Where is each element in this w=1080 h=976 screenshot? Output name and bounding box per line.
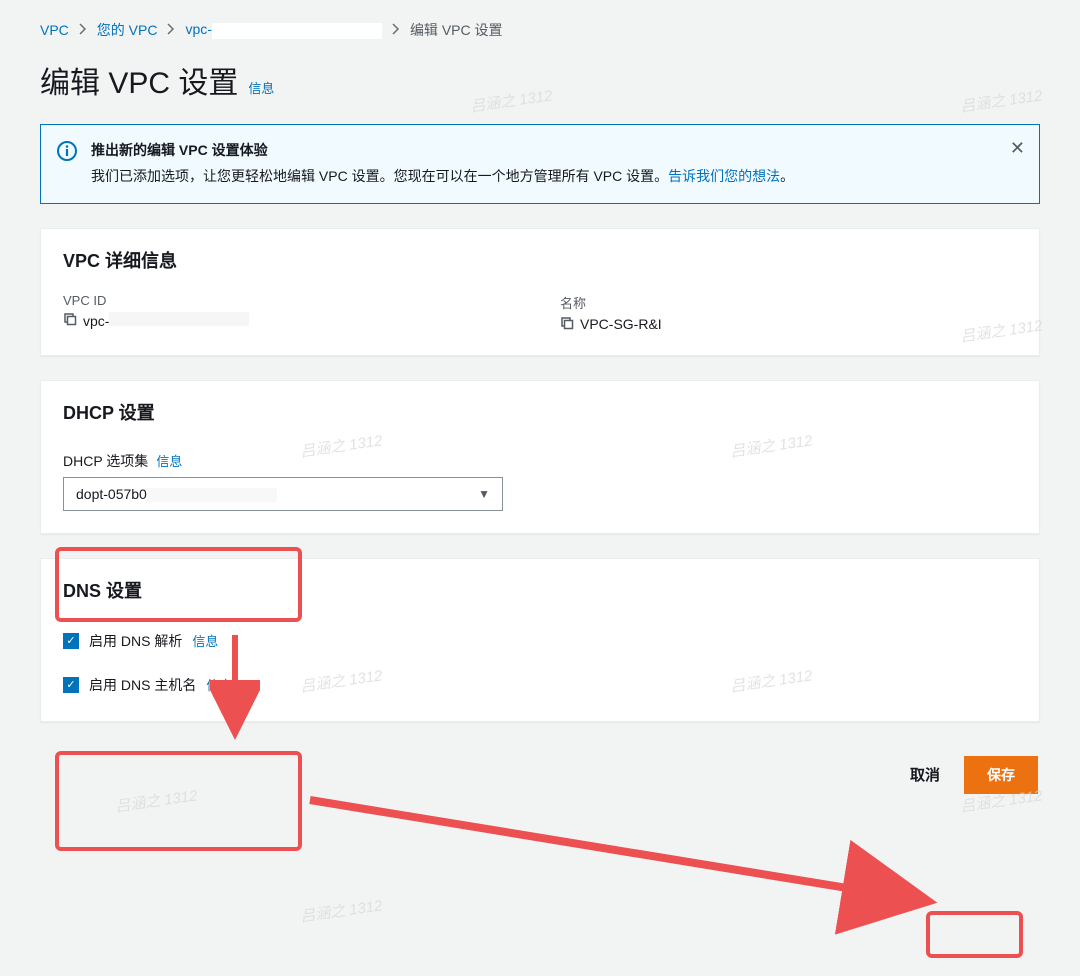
enable-dns-hostname-checkbox[interactable]: ✓ [63, 677, 79, 693]
dns-resolve-info-link[interactable]: 信息 [192, 631, 218, 650]
dhcp-info-link[interactable]: 信息 [156, 451, 182, 470]
dns-heading: DNS 设置 [41, 559, 1039, 615]
banner-body: 我们已添加选项，让您更轻松地编辑 VPC 设置。您现在可以在一个地方管理所有 V… [91, 165, 1023, 189]
enable-dns-resolve-checkbox[interactable]: ✓ [63, 633, 79, 649]
breadcrumb-current: 编辑 VPC 设置 [410, 20, 503, 40]
enable-dns-resolve-label: 启用 DNS 解析 [89, 631, 182, 651]
vpc-id-label: VPC ID [63, 293, 520, 308]
save-button[interactable]: 保存 [964, 756, 1038, 794]
info-icon [57, 139, 77, 189]
watermark: 吕涵之 1312 [299, 894, 384, 926]
page-title-info-link[interactable]: 信息 [248, 78, 274, 97]
breadcrumb-link-vpc-id[interactable]: vpc- [185, 21, 381, 38]
dhcp-optionset-select[interactable]: dopt-057b0 ▼ [63, 477, 503, 511]
vpc-id-value: vpc- [83, 312, 249, 329]
close-icon[interactable]: ✕ [1010, 139, 1025, 157]
chevron-right-icon [392, 22, 400, 38]
chevron-right-icon [167, 22, 175, 38]
dns-hostname-info-link[interactable]: 信息 [206, 675, 232, 694]
copy-icon[interactable] [560, 316, 574, 333]
breadcrumb: VPC 您的 VPC vpc- 编辑 VPC 设置 [40, 20, 1040, 40]
footer-actions: 取消 保存 [40, 746, 1040, 794]
chevron-right-icon [79, 22, 87, 38]
dhcp-selected-value: dopt-057b0 [76, 486, 277, 502]
breadcrumb-link-vpc[interactable]: VPC [40, 22, 69, 38]
page-title: 编辑 VPC 设置 [40, 58, 238, 102]
dhcp-panel: DHCP 设置 DHCP 选项集 信息 dopt-057b0 ▼ [40, 380, 1040, 534]
banner-title: 推出新的编辑 VPC 设置体验 [91, 139, 1023, 163]
dhcp-heading: DHCP 设置 [41, 381, 1039, 437]
annotation-highlight-save [926, 911, 1023, 958]
info-banner: 推出新的编辑 VPC 设置体验 我们已添加选项，让您更轻松地编辑 VPC 设置。… [40, 124, 1040, 204]
vpc-name-value: VPC-SG-R&I [580, 316, 662, 332]
vpc-details-panel: VPC 详细信息 VPC ID vpc- 名称 [40, 228, 1040, 356]
banner-feedback-link[interactable]: 告诉我们您的想法 [668, 168, 780, 184]
copy-icon[interactable] [63, 312, 77, 329]
vpc-details-heading: VPC 详细信息 [41, 229, 1039, 285]
dns-panel: DNS 设置 ✓ 启用 DNS 解析 信息 ✓ 启用 DNS 主机名 信息 [40, 558, 1040, 722]
breadcrumb-link-your-vpc[interactable]: 您的 VPC [97, 20, 158, 40]
chevron-down-icon: ▼ [478, 487, 490, 501]
dhcp-optionset-label: DHCP 选项集 [63, 451, 148, 471]
cancel-button[interactable]: 取消 [900, 756, 950, 793]
vpc-name-label: 名称 [560, 293, 1017, 312]
enable-dns-hostname-label: 启用 DNS 主机名 [89, 675, 196, 695]
